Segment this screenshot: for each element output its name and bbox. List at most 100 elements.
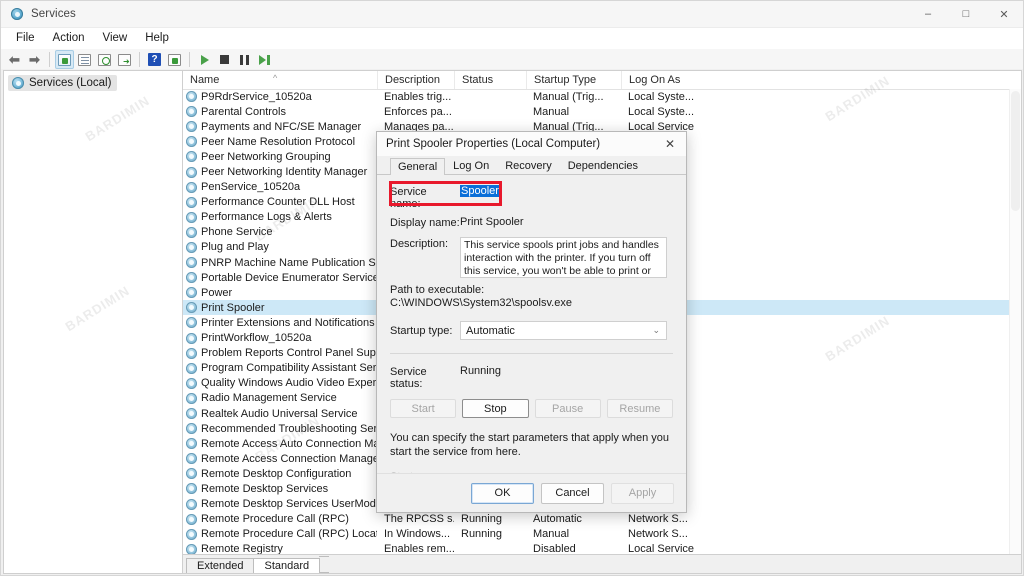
cell-name: Peer Networking Grouping — [183, 151, 377, 163]
divider — [390, 353, 673, 354]
cell-name: Radio Management Service — [183, 392, 377, 404]
description-textarea[interactable]: This service spools print jobs and handl… — [460, 237, 667, 278]
window-title: Services — [31, 8, 76, 20]
apply-button[interactable]: Apply — [611, 482, 674, 504]
path-to-executable-label: Path to executable: — [390, 284, 485, 296]
service-name-row: Service name: Spooler — [390, 185, 673, 210]
service-icon — [186, 528, 197, 540]
scrollbar-thumb[interactable] — [1011, 91, 1020, 211]
service-name-text: Remote Access Auto Connection Manager — [201, 437, 377, 450]
description-label: Description: — [390, 238, 449, 250]
service-name-text: Remote Desktop Services UserMode Port ..… — [201, 498, 377, 511]
cell-name: Remote Procedure Call (RPC) — [183, 513, 377, 525]
column-header-log-on-as[interactable]: Log On As — [621, 71, 711, 89]
service-name-text: Peer Networking Identity Manager — [201, 166, 368, 179]
service-icon — [186, 392, 197, 404]
cell-name: Parental Controls — [183, 106, 377, 118]
properties-icon[interactable] — [75, 50, 94, 69]
ok-button[interactable]: OK — [471, 482, 534, 504]
display-name-value[interactable]: Print Spooler — [460, 216, 524, 228]
dialog-close-icon[interactable]: ✕ — [654, 132, 686, 156]
cell-description: Enforces pa... — [384, 105, 452, 118]
service-name-text: Parental Controls — [201, 105, 286, 118]
column-header-name[interactable]: Name ^ — [183, 71, 377, 89]
tab-standard[interactable]: Standard — [253, 558, 321, 573]
minimize-icon[interactable]: – — [909, 1, 947, 27]
cell-name: Realtek Audio Universal Service — [183, 408, 377, 420]
stop-button[interactable]: Stop — [462, 399, 529, 418]
close-icon[interactable]: ✕ — [985, 1, 1023, 27]
stop-service-icon[interactable] — [215, 50, 234, 69]
tab-extended[interactable]: Extended — [186, 558, 255, 573]
cell-name: Peer Name Resolution Protocol — [183, 136, 377, 148]
restart-service-icon[interactable] — [255, 50, 274, 69]
cell-name: Power — [183, 287, 377, 299]
service-icon — [186, 226, 197, 238]
refresh-icon[interactable] — [95, 50, 114, 69]
service-icon — [186, 453, 197, 465]
services-local-icon — [12, 77, 24, 89]
pause-service-icon[interactable] — [235, 50, 254, 69]
cell-description: Enables trig... — [384, 90, 452, 103]
show-hide-console-tree-icon[interactable] — [55, 50, 74, 69]
tree-item-services-local[interactable]: Services (Local) — [8, 75, 118, 91]
startup-type-select[interactable]: Automatic ⌄ — [460, 321, 667, 340]
service-icon — [186, 483, 197, 495]
cancel-button[interactable]: Cancel — [541, 482, 604, 504]
cell-description: In Windows... — [384, 528, 451, 541]
cell-name: Peer Networking Identity Manager — [183, 166, 377, 178]
table-row[interactable]: P9RdrService_10520a Enables trig... Manual… — [183, 89, 1021, 104]
tab-log-on[interactable]: Log On — [445, 158, 497, 174]
start-service-icon[interactable] — [195, 50, 214, 69]
cell-name: Remote Access Connection Manager — [183, 453, 377, 465]
forward-icon[interactable]: ➡ — [25, 50, 44, 69]
cell-startup-type: Manual (Trig... — [533, 90, 604, 103]
description-row: Description: This service spools print j… — [390, 237, 673, 278]
table-row[interactable]: Remote Procedure Call (RPC) The RPCSS s..… — [183, 512, 1021, 527]
menu-view[interactable]: View — [94, 30, 137, 46]
service-name-text: Spooler — [460, 185, 500, 197]
service-icon — [186, 347, 197, 359]
back-icon[interactable]: ⬅ — [5, 50, 24, 69]
maximize-icon[interactable]: □ — [947, 1, 985, 27]
service-name-text: Remote Procedure Call (RPC) — [201, 513, 349, 526]
cell-name: Remote Desktop Services — [183, 483, 377, 495]
show-action-pane-icon[interactable] — [165, 50, 184, 69]
menu-bar: File Action View Help — [1, 28, 1023, 49]
start-button[interactable]: Start — [390, 399, 457, 418]
column-header-description[interactable]: Description — [377, 71, 454, 89]
service-status-value: Running — [460, 365, 501, 377]
tab-general[interactable]: General — [390, 158, 446, 175]
service-icon — [186, 408, 197, 420]
toolbar-separator — [139, 52, 140, 67]
help-icon[interactable]: ? — [145, 50, 164, 69]
list-vertical-scrollbar[interactable] — [1009, 89, 1021, 555]
cell-name: Remote Access Auto Connection Manager — [183, 438, 377, 450]
menu-help[interactable]: Help — [136, 30, 178, 46]
service-icon — [186, 196, 197, 208]
service-name-text: Phone Service — [201, 226, 273, 239]
service-name-text: Printer Extensions and Notifications — [201, 316, 375, 329]
service-icon — [186, 272, 197, 284]
service-name-text: P9RdrService_10520a — [201, 90, 312, 103]
resume-button[interactable]: Resume — [606, 399, 673, 418]
cell-name: Remote Desktop Configuration — [183, 468, 377, 480]
table-row[interactable]: Parental Controls Enforces pa... Manual Loc… — [183, 104, 1021, 119]
tab-dependencies[interactable]: Dependencies — [560, 158, 646, 174]
tab-recovery[interactable]: Recovery — [497, 158, 559, 174]
column-header-status[interactable]: Status — [454, 71, 526, 89]
table-row[interactable]: Remote Procedure Call (RPC) Locator In Wi… — [183, 527, 1021, 542]
cell-name: Phone Service — [183, 226, 377, 238]
export-list-icon[interactable]: ➜ — [115, 50, 134, 69]
cell-status: Running — [461, 528, 502, 541]
column-header-startup-type[interactable]: Startup Type — [526, 71, 621, 89]
window-titlebar: Services – □ ✕ — [1, 1, 1023, 28]
pause-button[interactable]: Pause — [534, 399, 601, 418]
window-controls: – □ ✕ — [909, 1, 1023, 27]
service-name-text: Peer Networking Grouping — [201, 150, 331, 163]
menu-action[interactable]: Action — [44, 30, 94, 46]
service-icon — [186, 287, 197, 299]
menu-file[interactable]: File — [7, 30, 44, 46]
service-name-value[interactable]: Spooler — [460, 185, 500, 197]
cell-name: Remote Desktop Services UserMode Port ..… — [183, 498, 377, 510]
